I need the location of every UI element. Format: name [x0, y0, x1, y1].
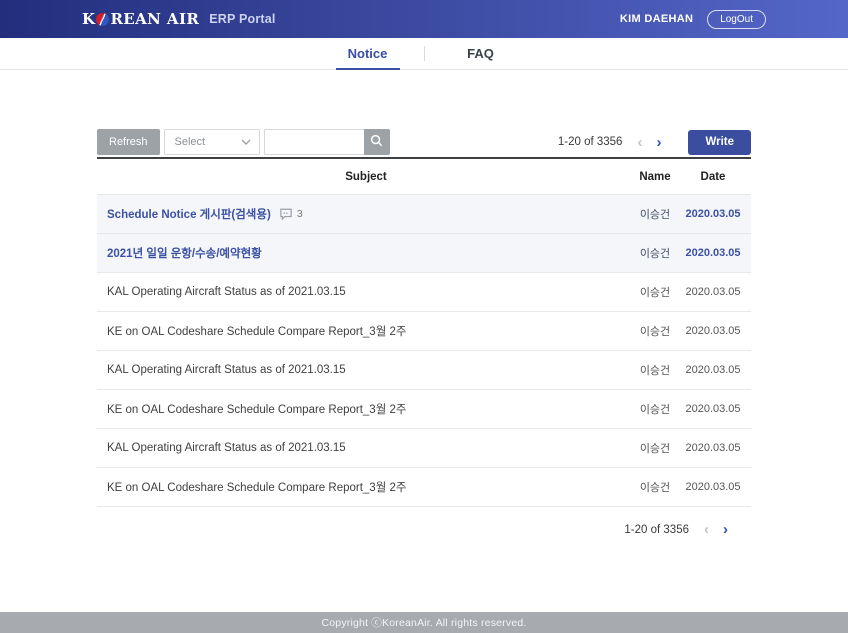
comment-count: 3: [297, 208, 303, 220]
table-row[interactable]: KAL Operating Aircraft Status as of 2021…: [97, 273, 751, 312]
notice-table: Subject Name Date Schedule Notice 게시판(검색…: [97, 157, 751, 507]
notice-subject-link[interactable]: KAL Operating Aircraft Status as of 2021…: [97, 286, 635, 298]
table-row[interactable]: Schedule Notice 게시판(검색용) 3 이승건2020.03.05: [97, 195, 751, 234]
notice-date: 2020.03.05: [675, 325, 751, 337]
pagination-range: 1-20 of 3356: [624, 524, 689, 536]
table-row[interactable]: KE on OAL Codeshare Schedule Compare Rep…: [97, 468, 751, 507]
notice-subject-text: KE on OAL Codeshare Schedule Compare Rep…: [107, 401, 406, 417]
notice-date: 2020.03.05: [675, 403, 751, 415]
notice-subject-link[interactable]: Schedule Notice 게시판(검색용) 3: [97, 206, 635, 222]
notice-board: Refresh Select 1-20 of 3356 ‹ › Write Su…: [97, 129, 751, 537]
notice-author: 이승건: [635, 440, 675, 456]
table-row[interactable]: KAL Operating Aircraft Status as of 2021…: [97, 351, 751, 390]
tab-notice-label: Notice: [348, 46, 388, 61]
select-value: Select: [175, 136, 241, 148]
notice-table-body: Schedule Notice 게시판(검색용)3이승건2020.03.0520…: [97, 195, 751, 507]
taegeuk-icon: [96, 13, 109, 26]
tab-bar: Notice FAQ: [0, 38, 848, 70]
logout-button[interactable]: LogOut: [707, 10, 766, 29]
table-row[interactable]: KE on OAL Codeshare Schedule Compare Rep…: [97, 312, 751, 351]
notice-author: 이승건: [635, 245, 675, 261]
notice-date: 2020.03.05: [675, 208, 751, 220]
notice-subject-text: Schedule Notice 게시판(검색용): [107, 206, 271, 222]
logo-text-rest: REAN AIR: [110, 10, 199, 28]
next-page-button[interactable]: ›: [716, 522, 735, 537]
next-page-button[interactable]: ›: [649, 135, 668, 150]
notice-author: 이승건: [635, 284, 675, 300]
copyright-text: Copyright ⓒKoreanAir. All rights reserve…: [321, 615, 526, 630]
app-title: ERP Portal: [209, 12, 275, 26]
tab-faq[interactable]: FAQ: [425, 38, 537, 69]
notice-author: 이승건: [635, 479, 675, 495]
notice-author: 이승건: [635, 401, 675, 417]
prev-page-button[interactable]: ‹: [697, 522, 716, 537]
prev-page-button[interactable]: ‹: [630, 135, 649, 150]
notice-subject-link[interactable]: KE on OAL Codeshare Schedule Compare Rep…: [97, 323, 635, 339]
toolbar: Refresh Select 1-20 of 3356 ‹ › Write: [97, 129, 751, 155]
column-header-date: Date: [675, 171, 751, 183]
pagination-range: 1-20 of 3356: [558, 136, 623, 148]
table-header-row: Subject Name Date: [97, 159, 751, 195]
notice-author: 이승건: [635, 323, 675, 339]
korean-air-logo: K REAN AIR: [82, 10, 199, 28]
app-header: K REAN AIR ERP Portal KIM DAEHAN LogOut: [0, 0, 848, 38]
notice-subject-link[interactable]: KE on OAL Codeshare Schedule Compare Rep…: [97, 401, 635, 417]
comment-bubble-icon: [279, 208, 293, 220]
table-row[interactable]: 2021년 일일 운항/수송/예약현황 이승건2020.03.05: [97, 234, 751, 273]
refresh-button[interactable]: Refresh: [97, 129, 160, 155]
search-icon: [370, 134, 383, 150]
notice-subject-text: 2021년 일일 운항/수송/예약현황: [107, 245, 262, 261]
chevron-down-icon: [241, 139, 251, 145]
column-header-subject: Subject: [97, 171, 635, 183]
notice-author: 이승건: [635, 206, 675, 222]
table-row[interactable]: KAL Operating Aircraft Status as of 2021…: [97, 429, 751, 468]
notice-subject-link[interactable]: KAL Operating Aircraft Status as of 2021…: [97, 364, 635, 376]
bottom-pagination: 1-20 of 3356 ‹ ›: [97, 522, 751, 537]
notice-subject-text: KAL Operating Aircraft Status as of 2021…: [107, 364, 346, 376]
notice-author: 이승건: [635, 362, 675, 378]
notice-date: 2020.03.05: [675, 286, 751, 298]
notice-date: 2020.03.05: [675, 364, 751, 376]
logo-text-k: K: [82, 10, 95, 28]
tab-notice[interactable]: Notice: [312, 38, 424, 69]
search-input[interactable]: [264, 129, 364, 155]
search-field-select[interactable]: Select: [164, 129, 260, 155]
write-button[interactable]: Write: [688, 130, 751, 155]
user-name: KIM DAEHAN: [620, 13, 693, 25]
tab-faq-label: FAQ: [467, 46, 494, 61]
column-header-name: Name: [635, 171, 675, 183]
notice-subject-link[interactable]: KAL Operating Aircraft Status as of 2021…: [97, 442, 635, 454]
table-row[interactable]: KE on OAL Codeshare Schedule Compare Rep…: [97, 390, 751, 429]
notice-subject-text: KAL Operating Aircraft Status as of 2021…: [107, 286, 346, 298]
search-box: [264, 129, 390, 155]
notice-date: 2020.03.05: [675, 442, 751, 454]
search-button[interactable]: [364, 129, 390, 155]
notice-date: 2020.03.05: [675, 247, 751, 259]
notice-subject-text: KAL Operating Aircraft Status as of 2021…: [107, 442, 346, 454]
top-pagination: 1-20 of 3356 ‹ ›: [558, 135, 669, 150]
notice-date: 2020.03.05: [675, 481, 751, 493]
notice-subject-text: KE on OAL Codeshare Schedule Compare Rep…: [107, 323, 406, 339]
page-footer: Copyright ⓒKoreanAir. All rights reserve…: [0, 612, 848, 633]
notice-subject-link[interactable]: 2021년 일일 운항/수송/예약현황: [97, 245, 635, 261]
notice-subject-link[interactable]: KE on OAL Codeshare Schedule Compare Rep…: [97, 479, 635, 495]
notice-subject-text: KE on OAL Codeshare Schedule Compare Rep…: [107, 479, 406, 495]
